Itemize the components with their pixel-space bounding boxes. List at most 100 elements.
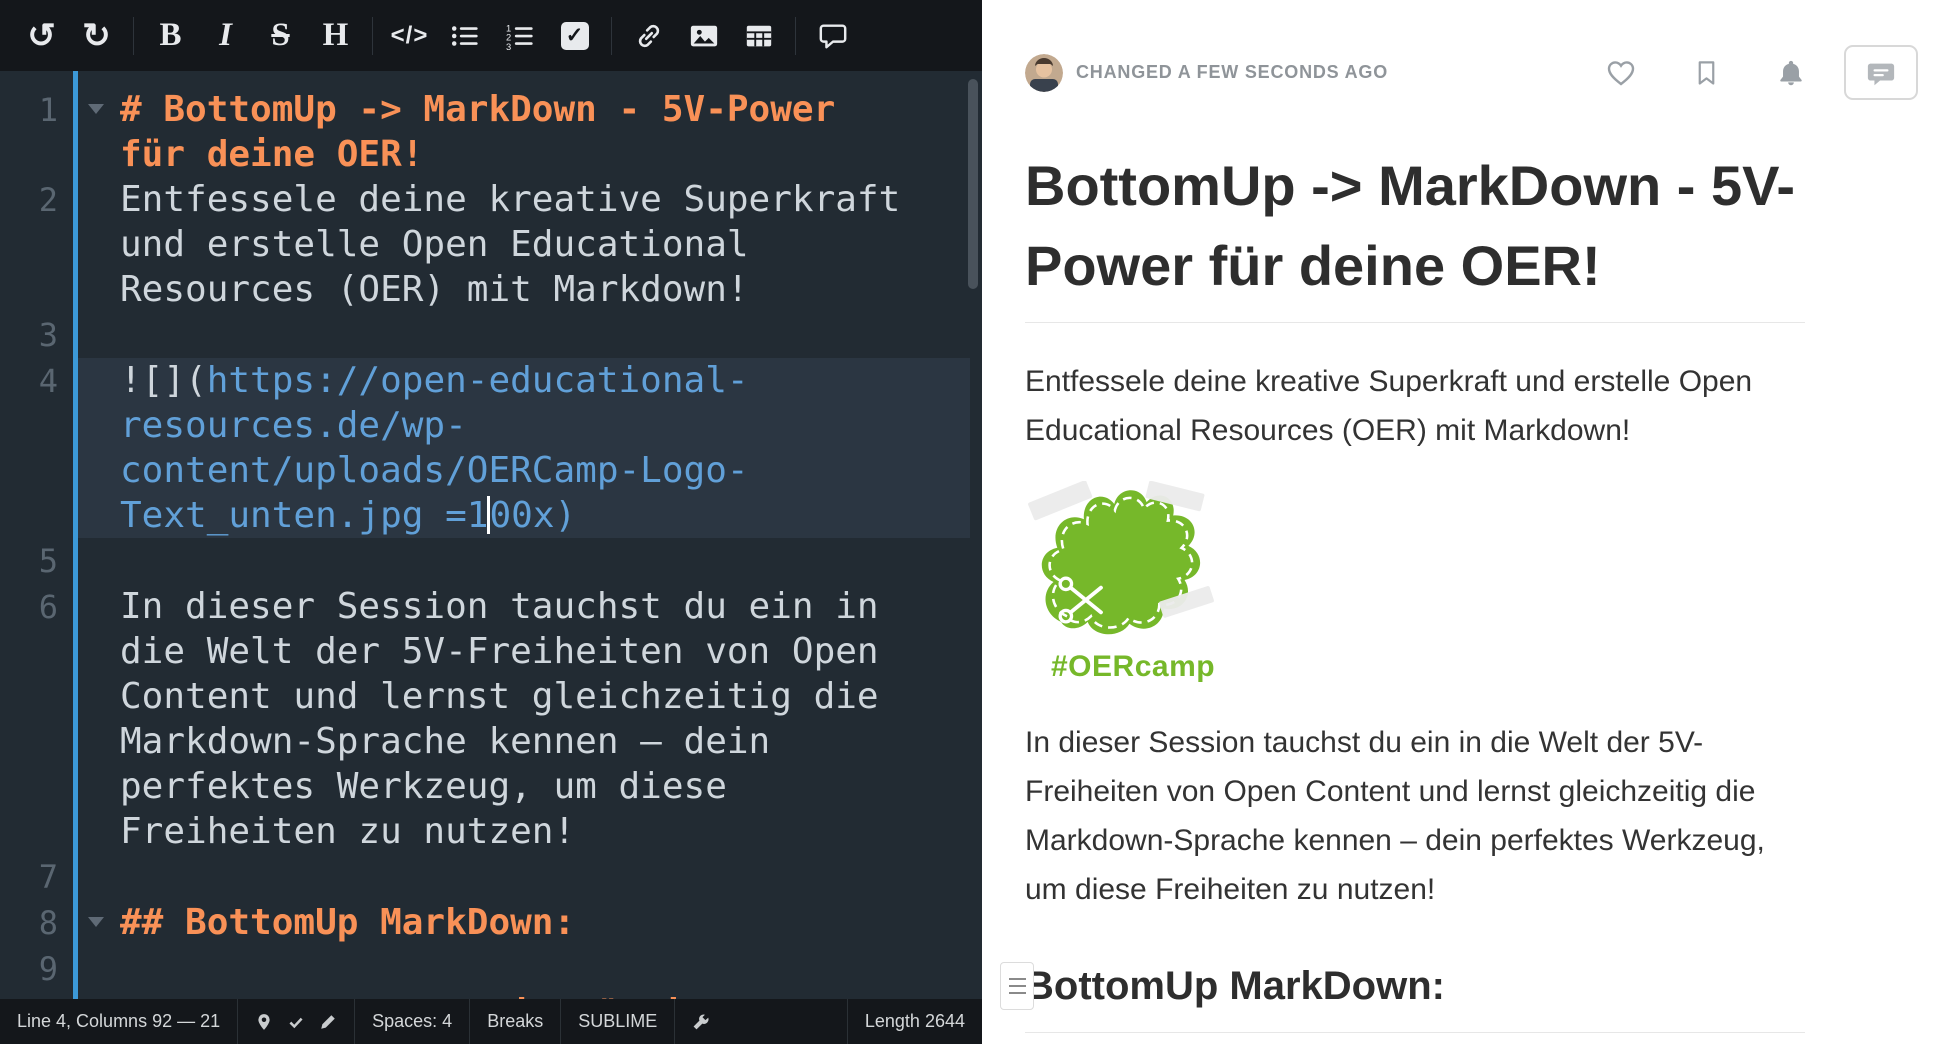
code-button[interactable]: </> xyxy=(382,8,437,64)
italic-icon: I xyxy=(219,17,232,54)
line-number: 5 xyxy=(0,539,58,584)
line-number: 4 xyxy=(0,359,58,404)
line-text[interactable] xyxy=(112,312,902,358)
line-number: 10 xyxy=(0,993,58,999)
editor-line[interactable]: 6 In dieser Session tauchst du ein in die… xyxy=(0,584,982,854)
unordered-list-icon xyxy=(450,21,480,51)
tools-setting[interactable] xyxy=(674,999,727,1044)
bold-icon: B xyxy=(159,17,181,54)
like-button[interactable] xyxy=(1605,57,1637,89)
brush-icon[interactable] xyxy=(319,1013,337,1031)
line-text[interactable]: ![](https://open-educational-resources.d… xyxy=(112,358,902,538)
line-text[interactable] xyxy=(112,854,902,900)
editor-scrollbar[interactable] xyxy=(968,79,978,289)
doc-actions xyxy=(1605,45,1918,100)
image-button[interactable] xyxy=(676,8,731,64)
breaks-setting[interactable]: Breaks xyxy=(469,999,560,1044)
code-segment: # BottomUp -> MarkDown - 5V-Power für de… xyxy=(120,89,857,175)
doc-length-label: Length 2644 xyxy=(865,1011,965,1032)
wrench-icon xyxy=(692,1013,710,1031)
toolbar-separator xyxy=(795,17,796,55)
editor-line[interactable]: 3 xyxy=(0,312,982,358)
link-button[interactable] xyxy=(621,8,676,64)
line-gutter: 3 xyxy=(0,312,112,358)
notifications-button[interactable] xyxy=(1776,58,1806,88)
fold-chevron-icon[interactable] xyxy=(88,104,104,114)
fold-chevron-icon[interactable] xyxy=(88,917,104,927)
ordered-list-icon: 123 xyxy=(505,21,535,51)
redo-button[interactable]: ↻ xyxy=(69,8,124,64)
pin-icon[interactable] xyxy=(255,1013,273,1031)
doc-meta-row: CHANGED A FEW SECONDS AGO xyxy=(1025,45,1918,100)
line-number: 9 xyxy=(0,947,58,992)
editor-line[interactable]: 7 xyxy=(0,854,982,900)
line-gutter: 5 xyxy=(0,538,112,584)
code-segment: 00x) xyxy=(489,495,576,536)
code-segment: ![]( xyxy=(120,360,207,401)
line-number: 8 xyxy=(0,901,58,946)
spaces-setting[interactable]: Spaces: 4 xyxy=(354,999,469,1044)
table-button[interactable] xyxy=(731,8,786,64)
oercamp-logo: #OERcamp xyxy=(1025,481,1805,684)
editor-line[interactable]: 2Entfessele deine kreative Superkraft un… xyxy=(0,177,982,312)
line-text[interactable]: ## BottomUp MarkDown: xyxy=(112,900,902,946)
italic-button[interactable]: I xyxy=(198,8,253,64)
editor-line[interactable]: 10 **Verwahren & Vervielfältigen** xyxy=(0,992,982,999)
toolbar-separator xyxy=(372,17,373,55)
editor-line[interactable]: 1 # BottomUp -> MarkDown - 5V-Power für d… xyxy=(0,87,982,177)
line-text[interactable] xyxy=(112,946,902,992)
code-segment: In dieser Session tauchst du ein in die … xyxy=(120,586,900,852)
statusbar-icons xyxy=(237,999,354,1044)
line-gutter: 4 xyxy=(0,358,112,538)
line-text[interactable]: Entfessele deine kreative Superkraft und… xyxy=(112,177,902,312)
code-segment: ## BottomUp MarkDown: xyxy=(120,902,575,943)
heading-button[interactable]: H xyxy=(308,8,363,64)
line-gutter: 10 xyxy=(0,992,112,999)
line-text[interactable] xyxy=(112,538,902,584)
comment-button-editor[interactable] xyxy=(805,8,860,64)
editor-line[interactable]: 5 xyxy=(0,538,982,584)
editor-line[interactable]: 8 ## BottomUp MarkDown: xyxy=(0,900,982,946)
checklist-button[interactable]: ✓ xyxy=(547,8,602,64)
preview-content: CHANGED A FEW SECONDS AGO xyxy=(982,45,1938,1033)
unordered-list-button[interactable] xyxy=(437,8,492,64)
comment-bubble-icon xyxy=(1866,58,1896,88)
line-number: 6 xyxy=(0,585,58,630)
line-gutter: 1 xyxy=(0,87,112,177)
code-icon: </> xyxy=(391,22,429,50)
line-number: 3 xyxy=(0,313,58,358)
bold-button[interactable]: B xyxy=(143,8,198,64)
line-text[interactable]: In dieser Session tauchst du ein in die … xyxy=(112,584,902,854)
split-grip[interactable] xyxy=(1000,962,1034,1010)
strikethrough-button[interactable]: S xyxy=(253,8,308,64)
comment-icon xyxy=(818,21,848,51)
code-editor[interactable]: 1 # BottomUp -> MarkDown - 5V-Power für d… xyxy=(0,71,982,999)
gutter-accent-bar xyxy=(73,71,78,999)
bookmark-button[interactable] xyxy=(1693,59,1720,86)
line-number: 1 xyxy=(0,88,58,133)
line-text[interactable]: # BottomUp -> MarkDown - 5V-Power für de… xyxy=(112,87,902,177)
toolbar-separator xyxy=(133,17,134,55)
code-segment: https://open-educational-resources.de/wp… xyxy=(120,360,749,536)
doc-length: Length 2644 xyxy=(847,999,982,1044)
link-icon xyxy=(634,21,664,51)
strikethrough-icon: S xyxy=(271,17,289,54)
editor-line[interactable]: 9 xyxy=(0,946,982,992)
editor-pane: ↺ ↻ B I S H </> 123 ✓ xyxy=(0,0,982,1044)
line-gutter: 7 xyxy=(0,854,112,900)
avatar[interactable] xyxy=(1025,54,1063,92)
ordered-list-button[interactable]: 123 xyxy=(492,8,547,64)
heading-icon: H xyxy=(323,17,349,54)
toolbar-separator xyxy=(611,17,612,55)
keymap-setting[interactable]: SUBLIME xyxy=(560,999,674,1044)
bell-icon xyxy=(1776,58,1806,88)
bookmark-icon xyxy=(1693,59,1720,86)
statusbar: Line 4, Columns 92 — 21 Spaces: 4 Breaks… xyxy=(0,999,982,1044)
undo-icon: ↺ xyxy=(27,19,56,53)
comment-button[interactable] xyxy=(1844,45,1918,100)
editor-line[interactable]: 4 ![](https://open-educational-resources.… xyxy=(0,358,982,538)
check-icon[interactable] xyxy=(287,1013,305,1031)
app-window: ↺ ↻ B I S H </> 123 ✓ xyxy=(0,0,1938,1044)
undo-button[interactable]: ↺ xyxy=(14,8,69,64)
line-text[interactable]: **Verwahren & Vervielfältigen** xyxy=(112,992,902,999)
